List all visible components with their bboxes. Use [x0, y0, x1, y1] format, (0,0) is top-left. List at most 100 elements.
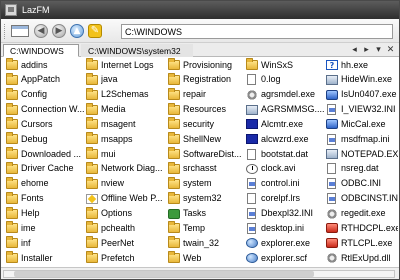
file-list-item[interactable]: system: [168, 176, 246, 191]
file-list-item[interactable]: Tasks: [168, 207, 246, 221]
file-list-item[interactable]: ODBCINST.INI: [326, 192, 398, 206]
ini-icon: [327, 133, 336, 145]
file-list-item[interactable]: Dbexpl32.INI: [246, 207, 326, 221]
file-list-item[interactable]: Connection W...: [6, 102, 86, 117]
file-list-item[interactable]: Registration: [168, 72, 246, 87]
file-list-item[interactable]: HideWin.exe: [326, 73, 398, 87]
file-list-item[interactable]: Offline Web P...: [86, 192, 168, 206]
tab-windows[interactable]: C:\WINDOWS: [3, 44, 79, 57]
file-list-item[interactable]: ime: [6, 221, 86, 235]
file-list-item[interactable]: AGRSMMSG....: [246, 103, 326, 117]
file-list-item[interactable]: clock.avi: [246, 162, 326, 176]
file-list-item[interactable]: PeerNet: [86, 236, 168, 250]
file-list-item[interactable]: 0.log: [246, 73, 326, 87]
file-list-item[interactable]: Help: [6, 206, 86, 221]
scrollbar-thumb[interactable]: [14, 271, 314, 277]
file-icon: [247, 148, 256, 160]
tab-menu-icon[interactable]: ▾: [374, 44, 383, 56]
file-list-item[interactable]: nview: [86, 176, 168, 191]
up-button[interactable]: ▲: [69, 23, 85, 39]
file-list-item[interactable]: AppPatch: [6, 72, 86, 87]
folder-icon: [6, 147, 18, 160]
file-list-item[interactable]: Cursors: [6, 117, 86, 131]
file-list-item[interactable]: Network Diag...: [86, 161, 168, 176]
folder-icon: [6, 176, 18, 189]
file-list-item[interactable]: Installer: [6, 251, 86, 265]
horizontal-scrollbar[interactable]: [3, 270, 395, 278]
file-list-item[interactable]: Debug: [6, 132, 86, 146]
file-list-item[interactable]: RtlExUpd.dll: [326, 251, 398, 265]
file-list-item[interactable]: addins: [6, 58, 86, 72]
file-list-item[interactable]: IsUn0407.exe: [326, 88, 398, 102]
tab-scroll-right-icon[interactable]: ▸: [362, 44, 371, 56]
file-list-item[interactable]: msapps: [86, 132, 168, 146]
folder-icon: [86, 221, 98, 234]
tab-system32[interactable]: C:\WINDOWS\system32: [81, 44, 193, 57]
file-list-item[interactable]: explorer.exe: [246, 236, 326, 250]
file-list-item[interactable]: Config: [6, 87, 86, 102]
file-list-item[interactable]: MicCal.exe: [326, 117, 398, 131]
file-list-item[interactable]: desktop.ini: [246, 221, 326, 235]
file-list-item[interactable]: L2Schemas: [86, 87, 168, 102]
file-list[interactable]: addins AppPatch Config Connection W... Curso…: [1, 57, 399, 267]
file-list-item[interactable]: WinSxS: [246, 58, 326, 72]
file-list-item[interactable]: Media: [86, 102, 168, 117]
tab-close-icon[interactable]: ✕: [386, 44, 395, 56]
folder-icon: [86, 236, 98, 249]
file-list-item[interactable]: pchealth: [86, 221, 168, 235]
file-list-item[interactable]: RTHDCPL.exe: [326, 221, 398, 235]
red-icon: [326, 238, 338, 249]
path-input[interactable]: [121, 24, 393, 39]
file-list-item[interactable]: Downloaded ...: [6, 147, 86, 161]
file-list-item[interactable]: SoftwareDist...: [168, 147, 246, 161]
file-list-item[interactable]: corelpf.lrs: [246, 192, 326, 206]
file-list-item[interactable]: Provisioning: [168, 58, 246, 72]
back-button[interactable]: ◀: [33, 23, 49, 39]
new-tab-button[interactable]: [9, 23, 31, 39]
file-list-item-label: ime: [21, 222, 36, 233]
file-list-item[interactable]: Driver Cache: [6, 161, 86, 176]
file-list-item-label: Offline Web P...: [101, 193, 163, 204]
file-list-item[interactable]: Web: [168, 251, 246, 265]
file-list-item[interactable]: Prefetch: [86, 251, 168, 265]
file-list-item[interactable]: I_VIEW32.INI: [326, 103, 398, 117]
file-list-item[interactable]: ShellNew: [168, 132, 246, 146]
file-list-item[interactable]: Fonts: [6, 191, 86, 206]
file-list-item[interactable]: Resources: [168, 102, 246, 117]
file-list-item[interactable]: ODBC.INI: [326, 177, 398, 191]
file-list-item[interactable]: repair: [168, 87, 246, 102]
file-list-item[interactable]: nsreg.dat: [326, 162, 398, 176]
file-list-item[interactable]: msdfmap.ini: [326, 132, 398, 146]
tasks-icon: [168, 208, 180, 219]
file-list-item[interactable]: java: [86, 72, 168, 87]
forward-button[interactable]: ▶: [51, 23, 67, 39]
file-list-item[interactable]: alcwzrd.exe: [246, 132, 326, 146]
file-list-item[interactable]: msagent: [86, 117, 168, 131]
file-list-item[interactable]: explorer.scf: [246, 251, 326, 265]
file-list-item[interactable]: security: [168, 117, 246, 131]
lazfm-window: LazFM ◀ ▶ ▲ ✎ C:\WINDOWS C:\WINDOWS\syst…: [0, 0, 400, 280]
file-list-item[interactable]: srchasst: [168, 161, 246, 176]
file-list-item[interactable]: agrsmdel.exe: [246, 88, 326, 102]
file-list-item[interactable]: control.ini: [246, 177, 326, 191]
file-list-item-label: desktop.ini: [261, 222, 305, 233]
file-list-item[interactable]: Alcmtr.exe: [246, 117, 326, 131]
file-list-item-label: twain_32: [183, 237, 220, 248]
file-list-item[interactable]: system32: [168, 191, 246, 206]
file-list-item[interactable]: NOTEPAD.EXE: [326, 147, 398, 161]
file-list-item[interactable]: Temp: [168, 221, 246, 235]
file-list-item[interactable]: mui: [86, 147, 168, 161]
file-list-item[interactable]: regedit.exe: [326, 207, 398, 221]
favorites-button[interactable]: ✎: [87, 23, 103, 39]
title-bar[interactable]: LazFM: [1, 1, 399, 19]
file-list-item[interactable]: inf: [6, 236, 86, 250]
tab-scroll-left-icon[interactable]: ◂: [350, 44, 359, 56]
file-list-item[interactable]: Internet Logs: [86, 58, 168, 72]
file-list-item[interactable]: Options: [86, 206, 168, 221]
toolbar-grip[interactable]: [4, 24, 7, 39]
file-list-item[interactable]: ? hh.exe: [326, 58, 398, 72]
file-list-item[interactable]: RTLCPL.exe: [326, 236, 398, 250]
file-list-item[interactable]: bootstat.dat: [246, 147, 326, 161]
file-list-item[interactable]: twain_32: [168, 236, 246, 250]
file-list-item[interactable]: ehome: [6, 176, 86, 191]
